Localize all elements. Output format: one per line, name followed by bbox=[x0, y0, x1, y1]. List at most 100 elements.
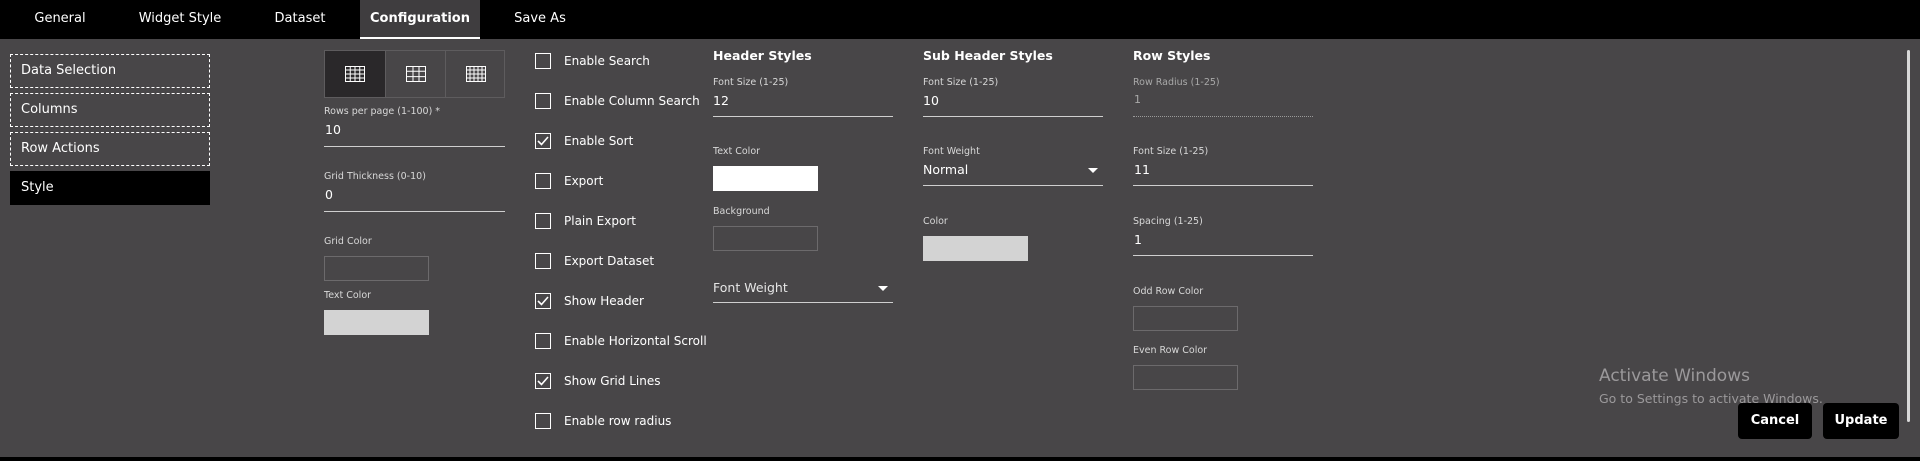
sub-header-font-size-input[interactable]: 10 bbox=[923, 93, 939, 108]
tab-bar: General Widget Style Dataset Configurati… bbox=[0, 0, 1920, 39]
checkbox-unchecked[interactable] bbox=[535, 53, 551, 69]
checkbox-label: Export Dataset bbox=[564, 254, 655, 268]
checkbox-label: Show Grid Lines bbox=[564, 374, 661, 388]
checkbox-unchecked[interactable] bbox=[535, 413, 551, 429]
chevron-down-icon bbox=[878, 286, 888, 291]
sub-header-color-swatch[interactable] bbox=[923, 236, 1028, 261]
odd-row-color-label: Odd Row Color bbox=[1133, 286, 1204, 297]
tab-save-as[interactable]: Save As bbox=[498, 0, 582, 39]
bottom-strip bbox=[0, 457, 1920, 461]
checkbox-checked[interactable] bbox=[535, 133, 551, 149]
sub-header-font-size-underline bbox=[923, 116, 1103, 117]
tab-widget-style[interactable]: Widget Style bbox=[124, 0, 236, 39]
even-row-color-label: Even Row Color bbox=[1133, 345, 1208, 356]
header-text-color-swatch[interactable] bbox=[713, 166, 818, 191]
sidebar-item-row-actions[interactable]: Row Actions bbox=[10, 132, 210, 166]
rows-per-page-underline bbox=[324, 146, 505, 147]
header-font-weight-underline bbox=[713, 302, 893, 303]
row-spacing-input[interactable]: 1 bbox=[1134, 232, 1142, 247]
checkbox-export[interactable]: Export bbox=[535, 171, 603, 191]
inner-grid-option[interactable] bbox=[385, 51, 445, 97]
checkbox-enable-column-search[interactable]: Enable Column Search bbox=[535, 91, 700, 111]
vertical-scrollbar[interactable] bbox=[1907, 50, 1910, 422]
header-background-label: Background bbox=[713, 206, 770, 217]
update-button[interactable]: Update bbox=[1823, 403, 1899, 439]
inner-grid-icon bbox=[405, 66, 426, 82]
checkbox-unchecked[interactable] bbox=[535, 93, 551, 109]
grid-thickness-underline bbox=[324, 211, 505, 212]
checkbox-checked[interactable] bbox=[535, 293, 551, 309]
header-styles-title: Header Styles bbox=[713, 48, 812, 63]
even-row-color-swatch[interactable] bbox=[1133, 365, 1238, 390]
row-font-size-underline bbox=[1133, 185, 1313, 186]
row-styles-title: Row Styles bbox=[1133, 48, 1211, 63]
checkbox-show-grid-lines[interactable]: Show Grid Lines bbox=[535, 371, 660, 391]
grid-style-selector bbox=[324, 50, 505, 98]
sub-header-styles-title: Sub Header Styles bbox=[923, 48, 1053, 63]
row-radius-label: Row Radius (1-25) bbox=[1133, 77, 1220, 88]
checkbox-unchecked[interactable] bbox=[535, 253, 551, 269]
sub-header-font-weight-underline bbox=[923, 185, 1103, 186]
row-font-size-label: Font Size (1-25) bbox=[1133, 146, 1209, 157]
dense-grid-option[interactable] bbox=[445, 51, 505, 97]
odd-row-color-swatch[interactable] bbox=[1133, 306, 1238, 331]
full-grid-icon bbox=[345, 66, 365, 82]
sub-header-color-label: Color bbox=[923, 216, 948, 227]
checkbox-unchecked[interactable] bbox=[535, 213, 551, 229]
checkbox-label: Show Header bbox=[564, 294, 644, 308]
row-radius-underline bbox=[1133, 116, 1313, 117]
cancel-button[interactable]: Cancel bbox=[1738, 403, 1812, 439]
full-grid-option[interactable] bbox=[325, 51, 385, 97]
checkbox-enable-sort[interactable]: Enable Sort bbox=[535, 131, 633, 151]
sub-header-font-weight-select[interactable]: Normal bbox=[923, 162, 968, 177]
activation-watermark-title: Activate Windows bbox=[1599, 366, 1750, 386]
tab-general[interactable]: General bbox=[18, 0, 102, 39]
chevron-down-icon bbox=[1088, 168, 1098, 173]
row-spacing-label: Spacing (1-25) bbox=[1133, 216, 1203, 227]
checkbox-checked[interactable] bbox=[535, 373, 551, 389]
row-radius-input: 1 bbox=[1134, 93, 1141, 106]
checkbox-enable-horizontal-scroll[interactable]: Enable Horizontal Scroll bbox=[535, 331, 707, 351]
checkbox-unchecked[interactable] bbox=[535, 333, 551, 349]
checkmark-icon bbox=[537, 296, 549, 306]
sidebar-item-columns[interactable]: Columns bbox=[10, 93, 210, 127]
checkmark-icon bbox=[537, 376, 549, 386]
header-text-color-label: Text Color bbox=[713, 146, 761, 157]
header-background-swatch[interactable] bbox=[713, 226, 818, 251]
tab-configuration[interactable]: Configuration bbox=[360, 0, 480, 39]
header-font-size-label: Font Size (1-25) bbox=[713, 77, 789, 88]
checkbox-unchecked[interactable] bbox=[535, 173, 551, 189]
grid-thickness-label: Grid Thickness (0-10) bbox=[324, 171, 426, 182]
checkbox-label: Enable Search bbox=[564, 54, 650, 68]
sidebar-item-data-selection[interactable]: Data Selection bbox=[10, 54, 210, 88]
checkbox-label: Enable Horizontal Scroll bbox=[564, 334, 707, 348]
checkbox-enable-row-radius[interactable]: Enable row radius bbox=[535, 411, 671, 431]
checkbox-plain-export[interactable]: Plain Export bbox=[535, 211, 636, 231]
rows-per-page-label: Rows per page (1-100) * bbox=[324, 106, 441, 117]
checkbox-label: Enable Column Search bbox=[564, 94, 700, 108]
checkbox-label: Plain Export bbox=[564, 214, 636, 228]
row-spacing-underline bbox=[1133, 255, 1313, 256]
checkbox-show-header[interactable]: Show Header bbox=[535, 291, 644, 311]
checkmark-icon bbox=[537, 136, 549, 146]
grid-thickness-input[interactable]: 0 bbox=[325, 187, 333, 202]
grid-color-swatch[interactable] bbox=[324, 256, 429, 281]
dense-grid-icon bbox=[465, 66, 486, 82]
sub-header-font-size-label: Font Size (1-25) bbox=[923, 77, 999, 88]
checkbox-label: Export bbox=[564, 174, 604, 188]
checkbox-label: Enable row radius bbox=[564, 414, 672, 428]
grid-color-label: Grid Color bbox=[324, 236, 372, 247]
sidebar-item-style[interactable]: Style bbox=[10, 171, 210, 205]
header-font-size-input[interactable]: 12 bbox=[713, 93, 729, 108]
sub-header-font-weight-label: Font Weight bbox=[923, 146, 980, 157]
checkbox-label: Enable Sort bbox=[564, 134, 634, 148]
tab-dataset[interactable]: Dataset bbox=[258, 0, 342, 39]
checkbox-export-dataset[interactable]: Export Dataset bbox=[535, 251, 654, 271]
text-color-label: Text Color bbox=[324, 290, 372, 301]
header-font-weight-select[interactable]: Font Weight bbox=[713, 280, 788, 295]
header-font-size-underline bbox=[713, 116, 893, 117]
rows-per-page-input[interactable]: 10 bbox=[325, 122, 341, 137]
checkbox-enable-search[interactable]: Enable Search bbox=[535, 51, 650, 71]
text-color-swatch[interactable] bbox=[324, 310, 429, 335]
row-font-size-input[interactable]: 11 bbox=[1134, 162, 1150, 177]
